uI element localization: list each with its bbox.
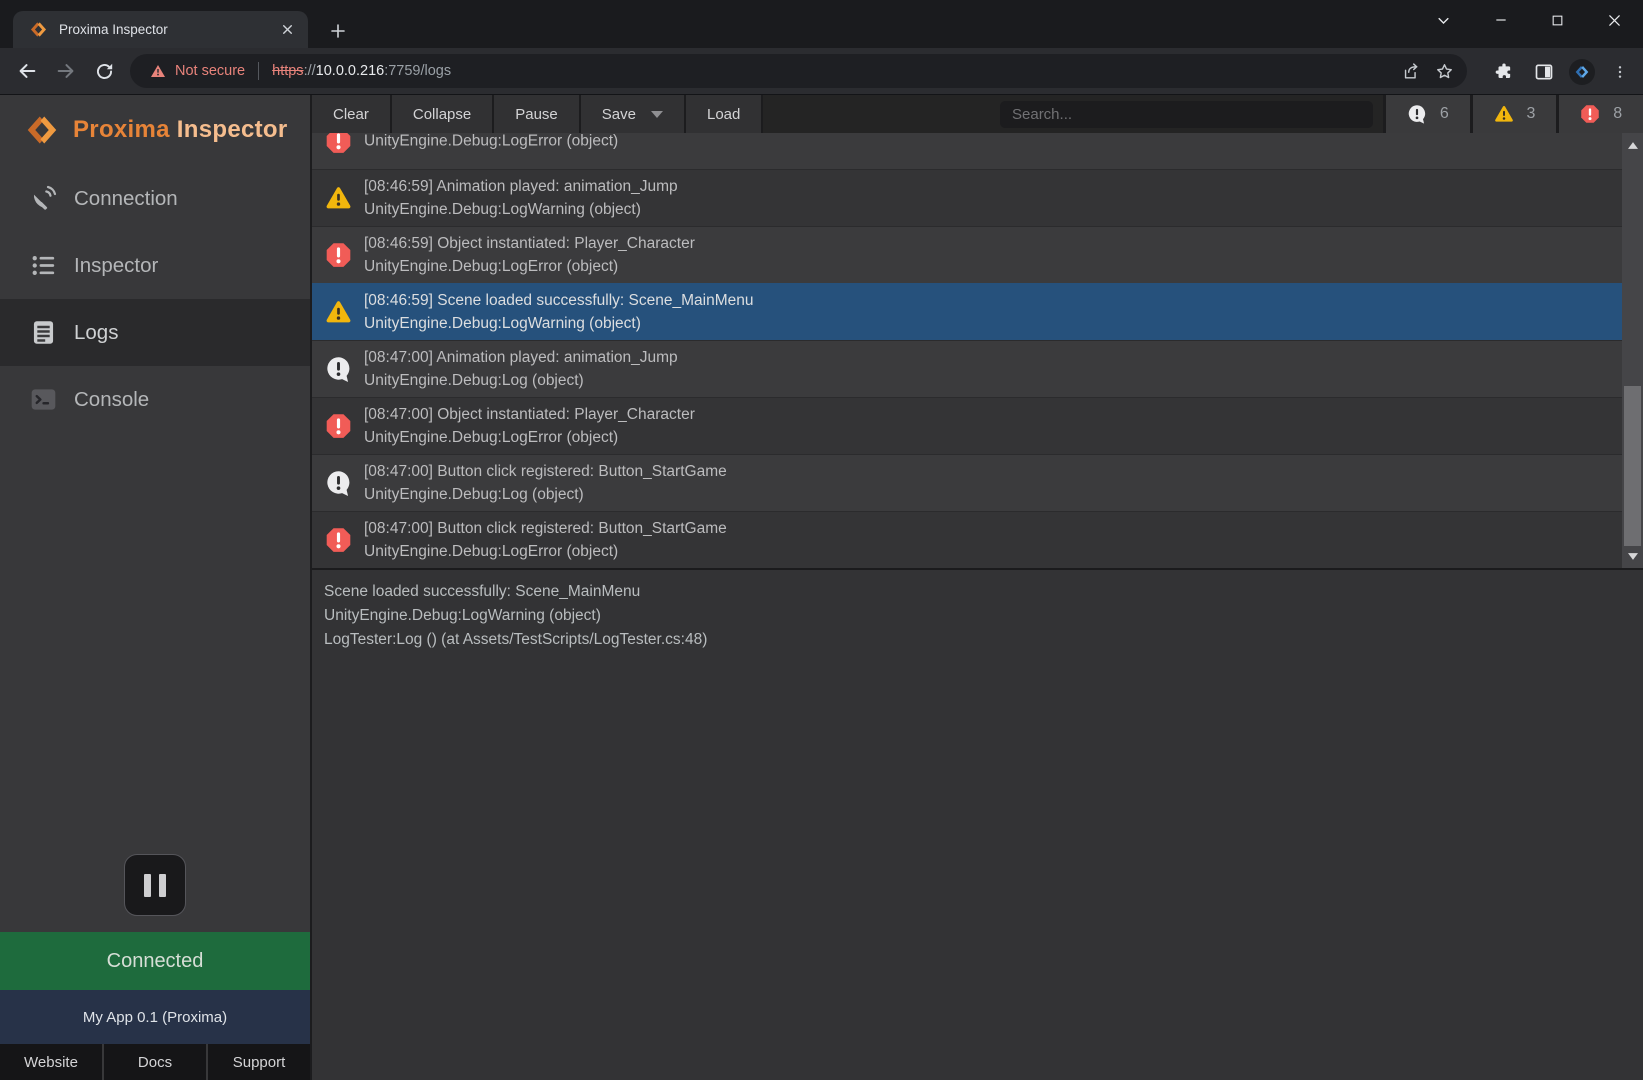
warning-triangle-icon <box>325 185 352 212</box>
side-panel-icon[interactable] <box>1529 57 1559 87</box>
browser-menu-kebab-icon[interactable] <box>1605 57 1635 87</box>
scrollbar-thumb[interactable] <box>1624 386 1641 546</box>
warning-triangle-icon <box>1494 104 1514 124</box>
app-logo: Proxima Inspector <box>0 95 310 165</box>
load-button[interactable]: Load <box>686 95 763 133</box>
back-button[interactable] <box>10 54 44 88</box>
browser-tab[interactable]: Proxima Inspector <box>13 11 308 48</box>
close-window-button[interactable] <box>1586 0 1643 40</box>
maximize-button[interactable] <box>1529 0 1586 40</box>
share-icon[interactable] <box>1402 62 1421 81</box>
url-text: https://10.0.0.216:7759/logs <box>272 63 451 79</box>
tab-title: Proxima Inspector <box>59 22 276 37</box>
terminal-icon <box>30 386 57 413</box>
document-lines-icon <box>30 319 57 346</box>
sidebar-item-inspector[interactable]: Inspector <box>0 232 310 299</box>
proxima-logo-icon <box>24 112 60 148</box>
logs-panel: Clear Collapse Pause Save Load 6 3 8 <box>312 95 1643 1080</box>
save-dropdown-caret-icon[interactable] <box>651 111 663 118</box>
url-omnibox[interactable]: Not secure https://10.0.0.216:7759/logs <box>130 54 1467 88</box>
proxima-favicon-icon <box>29 20 48 39</box>
not-secure-warning-icon <box>150 63 166 79</box>
tab-close-icon[interactable] <box>276 19 298 41</box>
app-info-label: My App 0.1 (Proxima) <box>83 1009 227 1026</box>
sidebar-item-logs[interactable]: Logs <box>0 299 310 366</box>
error-octagon-icon <box>1580 104 1600 124</box>
warning-count[interactable]: 3 <box>1470 95 1557 133</box>
warning-triangle-icon <box>325 298 352 325</box>
minimize-button[interactable] <box>1472 0 1529 40</box>
log-detail-pane: Scene loaded successfully: Scene_MainMen… <box>312 568 1643 1080</box>
log-row-selected[interactable]: [08:46:59] Scene loaded successfully: Sc… <box>312 283 1643 340</box>
list-icon <box>30 252 57 279</box>
log-row[interactable]: [08:46:59] Animation played: animation_J… <box>312 169 1643 226</box>
log-scrollbar[interactable] <box>1622 133 1643 568</box>
url-separator: :// <box>304 63 316 79</box>
sidebar-item-label: Inspector <box>74 254 158 278</box>
detail-line: Scene loaded successfully: Scene_MainMen… <box>324 580 1629 604</box>
log-row[interactable]: [08:46:59] Object instantiated: Player_C… <box>312 226 1643 283</box>
log-row[interactable]: [08:47:00] Button click registered: Butt… <box>312 454 1643 511</box>
pause-button[interactable]: Pause <box>494 95 581 133</box>
sidebar-item-connection[interactable]: Connection <box>0 165 310 232</box>
tab-search-chevron-icon[interactable] <box>1415 0 1472 40</box>
tab-bar: Proxima Inspector <box>0 0 1643 48</box>
info-bubble-icon <box>325 356 352 383</box>
save-button[interactable]: Save <box>581 95 686 133</box>
page-content: Proxima Inspector Connection <box>0 95 1643 1080</box>
url-scheme: https <box>272 63 303 79</box>
connection-status-label: Connected <box>107 950 204 973</box>
sidebar-item-label: Connection <box>74 187 178 211</box>
search-input[interactable] <box>1000 101 1373 128</box>
bookmark-star-icon[interactable] <box>1435 62 1454 81</box>
pause-stream-button[interactable] <box>124 854 186 916</box>
log-list: UnityEngine.Debug:LogError (object) [08:… <box>312 133 1643 568</box>
reload-button[interactable] <box>87 54 121 88</box>
detail-line: LogTester:Log () (at Assets/TestScripts/… <box>324 628 1629 652</box>
omnibox-divider <box>258 62 259 80</box>
profile-avatar[interactable] <box>1569 59 1595 85</box>
log-row[interactable]: UnityEngine.Debug:LogError (object) <box>312 133 1643 169</box>
extensions-puzzle-icon[interactable] <box>1489 57 1519 87</box>
scroll-up-arrow-icon[interactable] <box>1622 135 1643 155</box>
info-bubble-icon <box>325 470 352 497</box>
scroll-down-arrow-icon[interactable] <box>1622 546 1643 566</box>
footer-link-support[interactable]: Support <box>208 1044 310 1080</box>
error-count[interactable]: 8 <box>1556 95 1643 133</box>
app-title: Proxima Inspector <box>73 116 288 144</box>
sidebar-item-console[interactable]: Console <box>0 366 310 433</box>
collapse-button[interactable]: Collapse <box>392 95 494 133</box>
footer-link-docs[interactable]: Docs <box>104 1044 208 1080</box>
log-row[interactable]: [08:47:00] Object instantiated: Player_C… <box>312 397 1643 454</box>
connection-status-badge: Connected <box>0 932 310 990</box>
error-octagon-icon <box>325 133 352 154</box>
pause-icon <box>144 874 166 897</box>
error-octagon-icon <box>325 413 352 440</box>
sidebar-item-label: Console <box>74 388 149 412</box>
new-tab-button[interactable] <box>324 17 352 45</box>
info-bubble-icon <box>1407 104 1427 124</box>
window-controls <box>1415 0 1643 40</box>
sidebar-footer: Website Docs Support <box>0 1044 310 1080</box>
info-count[interactable]: 6 <box>1383 95 1470 133</box>
footer-link-website[interactable]: Website <box>0 1044 104 1080</box>
forward-button[interactable] <box>49 54 83 88</box>
sidebar: Proxima Inspector Connection <box>0 95 312 1080</box>
satellite-icon <box>30 185 57 212</box>
clear-button[interactable]: Clear <box>312 95 392 133</box>
log-row[interactable]: [08:47:00] Button click registered: Butt… <box>312 511 1643 568</box>
error-octagon-icon <box>325 242 352 269</box>
detail-line: UnityEngine.Debug:LogWarning (object) <box>324 604 1629 628</box>
app-info-bar: My App 0.1 (Proxima) <box>0 990 310 1044</box>
error-octagon-icon <box>325 527 352 554</box>
log-row[interactable]: [08:47:00] Animation played: animation_J… <box>312 340 1643 397</box>
log-counters: 6 3 8 <box>1383 95 1643 133</box>
url-host: 10.0.0.216 <box>316 63 385 79</box>
sidebar-item-label: Logs <box>74 321 118 345</box>
browser-window: Proxima Inspector <box>0 0 1643 1080</box>
address-bar-row: Not secure https://10.0.0.216:7759/logs <box>0 48 1643 95</box>
url-path: :7759/logs <box>384 63 451 79</box>
not-secure-label[interactable]: Not secure <box>175 63 245 79</box>
